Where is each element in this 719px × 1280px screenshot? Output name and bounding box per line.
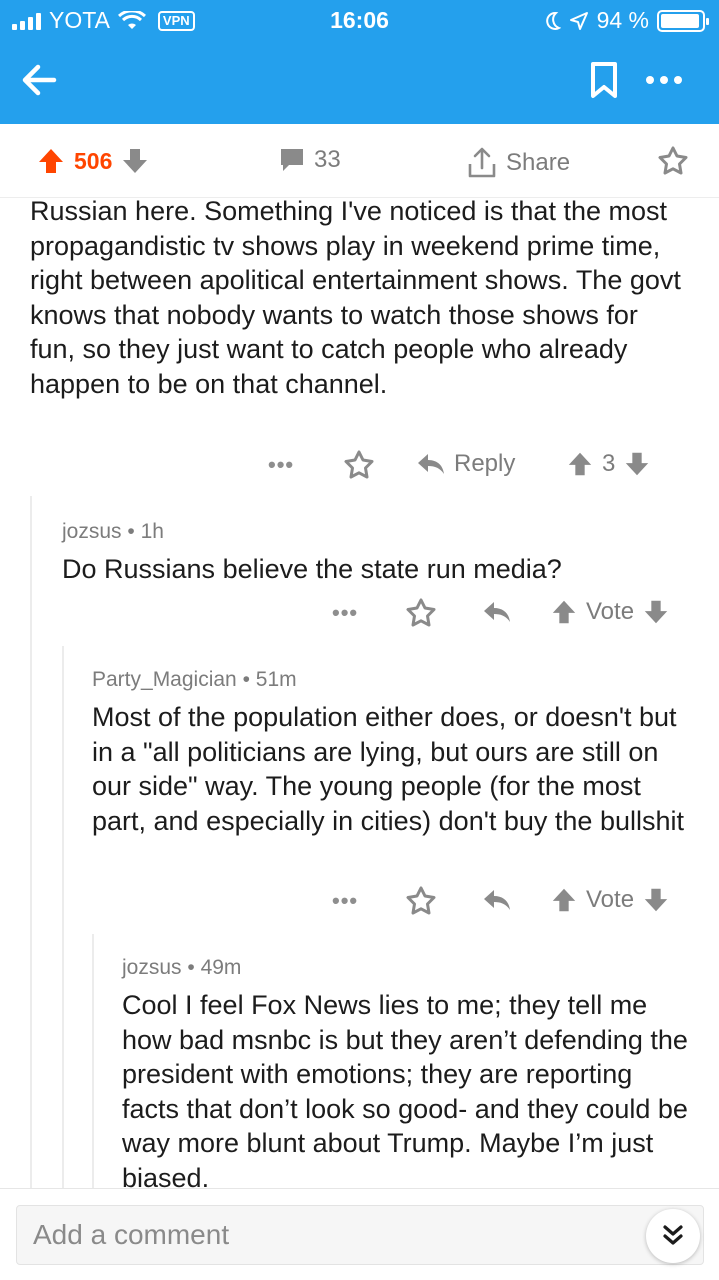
comment-save-button[interactable] (404, 884, 438, 918)
upvote-arrow-icon[interactable] (36, 146, 66, 176)
comment-body: Cool I feel Fox News lies to me; they te… (122, 990, 688, 1188)
comment-age: 51m (255, 668, 297, 691)
comment-author[interactable]: Party_Magician (92, 668, 237, 691)
downvote-arrow-icon[interactable] (642, 598, 670, 626)
comment: Party_Magician • 51m Most of the populat… (92, 668, 692, 838)
jump-next-button[interactable] (646, 1209, 700, 1263)
star-icon (658, 146, 688, 175)
save-post-button[interactable] (656, 144, 690, 178)
comment-age: 1h (140, 520, 164, 543)
downvote-arrow-icon[interactable] (623, 450, 651, 478)
comment-thread: Russian here. Something I've noticed is … (0, 198, 719, 1188)
upvote-arrow-icon[interactable] (550, 886, 578, 914)
comment-vote-control: 3 (566, 450, 651, 478)
comment-author[interactable]: jozsus (62, 520, 122, 543)
comment-bubble-icon (281, 149, 303, 171)
more-icon (646, 76, 682, 84)
comment-more-button[interactable]: ••• (332, 600, 358, 626)
comment-more-button[interactable]: ••• (332, 888, 358, 914)
comment-save-button[interactable] (342, 448, 376, 482)
comments-button[interactable]: 33 (278, 146, 341, 174)
bookmark-icon (591, 62, 617, 98)
more-button[interactable] (640, 62, 688, 98)
star-icon (344, 450, 374, 479)
share-button[interactable]: Share (466, 146, 570, 180)
comment-vote-control: Vote (550, 886, 670, 914)
comment-meta: Party_Magician • 51m (92, 668, 297, 691)
thread-line (92, 934, 94, 1188)
comment-actions: ••• Vote (0, 596, 719, 636)
comment-actions: ••• Reply 3 (0, 448, 719, 488)
post-vote-control: 506 (36, 146, 150, 176)
star-icon (406, 598, 436, 627)
comment-body: Most of the population either does, or d… (92, 702, 684, 836)
location-icon (569, 11, 588, 30)
upvote-arrow-icon[interactable] (566, 450, 594, 478)
downvote-arrow-icon[interactable] (642, 886, 670, 914)
share-label: Share (506, 149, 571, 176)
battery-percent: 94 % (596, 7, 649, 33)
comment-author[interactable]: jozsus (122, 956, 182, 979)
back-arrow-icon (22, 64, 57, 96)
comment-composer (0, 1188, 719, 1280)
share-icon (468, 147, 496, 178)
moon-icon (545, 11, 561, 30)
comment: jozsus • 1h Do Russians believe the stat… (62, 520, 692, 587)
downvote-arrow-icon[interactable] (120, 146, 150, 176)
comment-actions: ••• Vote (0, 884, 719, 924)
post-action-bar: 506 33 Share (0, 124, 719, 198)
comment: Russian here. Something I've noticed is … (30, 198, 690, 401)
star-icon (406, 886, 436, 915)
comment-body: Do Russians believe the state run media? (62, 554, 562, 584)
reply-arrow-icon (484, 602, 510, 622)
reply-button[interactable] (482, 598, 512, 626)
comment-vote-control: Vote (550, 598, 670, 626)
comment-age: 49m (200, 956, 242, 979)
reply-arrow-icon (418, 454, 444, 474)
battery-icon (657, 9, 709, 32)
reply-arrow-icon (484, 890, 510, 910)
status-bar: YOTA VPN 16:06 94 % (0, 0, 719, 40)
comment-input[interactable] (16, 1205, 704, 1265)
post-score: 506 (74, 147, 113, 174)
reply-label: Reply (454, 450, 516, 477)
bookmark-button[interactable] (584, 58, 624, 102)
vote-label: Vote (586, 886, 635, 913)
comment: jozsus • 49m Cool I feel Fox News lies t… (122, 956, 692, 1188)
upvote-arrow-icon[interactable] (550, 598, 578, 626)
comment-save-button[interactable] (404, 596, 438, 630)
comment-more-button[interactable]: ••• (268, 452, 294, 478)
back-button[interactable] (18, 58, 62, 102)
reply-button[interactable] (482, 886, 512, 914)
comment-meta: jozsus • 49m (122, 956, 242, 979)
app-header: YOTA VPN 16:06 94 % (0, 0, 719, 124)
comment-count: 33 (314, 146, 341, 173)
comment-body: Russian here. Something I've noticed is … (30, 198, 681, 399)
comment-score: 3 (602, 450, 616, 477)
comment-meta: jozsus • 1h (62, 520, 164, 543)
vote-label: Vote (586, 598, 635, 625)
double-chevron-down-icon (663, 1225, 683, 1245)
reply-button[interactable]: Reply (416, 450, 515, 478)
